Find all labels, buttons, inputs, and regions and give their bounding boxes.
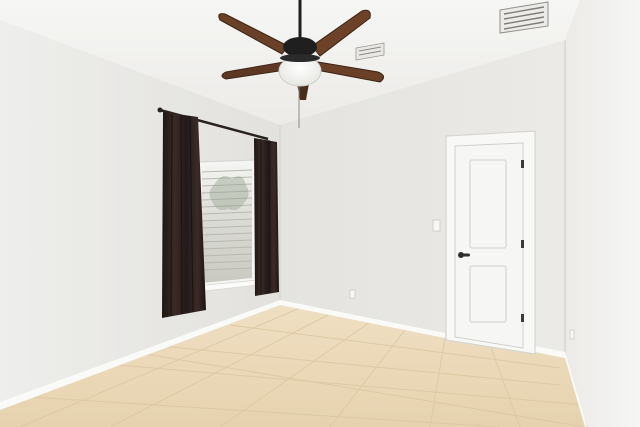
wall-outlet-right (569, 329, 575, 340)
right-wall (565, 0, 640, 427)
fan-light-ring (280, 54, 320, 62)
door-icon[interactable] (454, 142, 524, 349)
door[interactable] (445, 130, 536, 355)
light-switch[interactable] (432, 219, 441, 232)
room-scene (0, 0, 640, 427)
window (195, 159, 259, 293)
door-hinge-bottom (521, 314, 524, 322)
door-hinge-mid (521, 240, 524, 248)
wall-outlet (349, 289, 356, 299)
curtain-rod-finial-left (157, 107, 163, 113)
door-hinge-top (521, 160, 524, 168)
right-curtain (254, 138, 279, 296)
